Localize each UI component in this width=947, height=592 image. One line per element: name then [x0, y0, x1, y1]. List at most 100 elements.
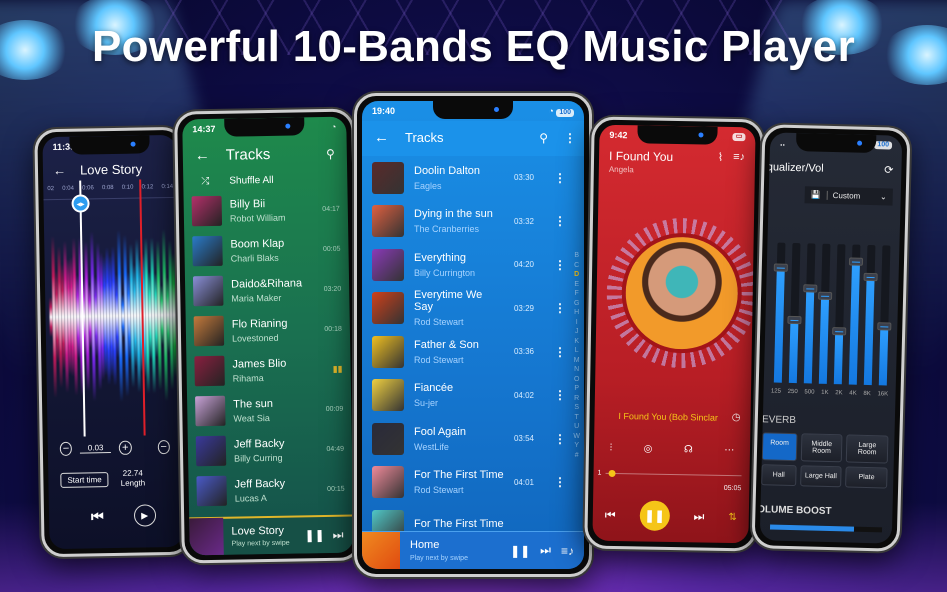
back-arrow-icon[interactable]: ←: [195, 147, 210, 164]
alphabet-letter[interactable]: G: [574, 299, 579, 309]
list-item[interactable]: Dying in the sun The Cranberries 03:32 ⋮: [362, 200, 584, 244]
skip-next-icon[interactable]: ⏭: [693, 509, 704, 524]
alphabet-letter[interactable]: S: [574, 403, 579, 413]
alphabet-letter[interactable]: B: [574, 251, 579, 261]
eq-band-knob[interactable]: [786, 315, 802, 325]
list-item[interactable]: Fool Again WestLife 03:54 ⋮: [362, 417, 584, 461]
reverb-option[interactable]: Large Room: [846, 434, 889, 464]
alphabet-letter[interactable]: N: [574, 365, 579, 375]
time-stepper[interactable]: − 0.03 + −: [59, 440, 170, 456]
eq-band-slider[interactable]: [848, 244, 863, 385]
alphabet-letter[interactable]: J: [575, 327, 579, 337]
skip-previous-icon[interactable]: ⏮: [605, 507, 616, 522]
list-item[interactable]: Billy Bii Robot William 04:17: [183, 189, 348, 232]
list-item[interactable]: Jeff Backy Billy Curring 04:49: [188, 429, 353, 472]
alphabet-letter[interactable]: K: [574, 337, 579, 347]
eq-band-slider[interactable]: [831, 244, 846, 385]
volume-boost-slider[interactable]: [769, 524, 883, 533]
eq-band-knob[interactable]: [802, 284, 817, 293]
eq-band-knob[interactable]: [773, 263, 788, 273]
more-vert-icon[interactable]: ⋮: [554, 475, 566, 489]
pause-button[interactable]: ❚❚: [639, 500, 670, 531]
repeat-icon[interactable]: ⇅: [728, 511, 737, 522]
list-item[interactable]: Jeff Backy Lucas A 00:15: [188, 469, 353, 512]
alphabet-letter[interactable]: R: [574, 394, 579, 404]
alphabet-letter[interactable]: D: [574, 270, 579, 280]
list-item[interactable]: Daido&Rihana Maria Maker 03:20: [185, 269, 350, 312]
reverb-option[interactable]: Hall: [761, 464, 797, 487]
more-vert-icon[interactable]: ⋮: [554, 214, 566, 228]
search-icon[interactable]: ⚲: [539, 131, 548, 145]
list-item[interactable]: The sun Weat Sia 00:09: [187, 389, 352, 432]
skip-next-icon[interactable]: ⏭: [540, 543, 551, 558]
eq-band-knob[interactable]: [831, 326, 846, 336]
alphabet-letter[interactable]: F: [575, 289, 579, 299]
eq-band-slider[interactable]: [802, 243, 817, 384]
more-vert-icon[interactable]: ⋮: [554, 388, 566, 402]
list-item[interactable]: Boom Klap Charli Blaks 00:05: [184, 229, 349, 272]
alphabet-letter[interactable]: O: [574, 375, 579, 385]
back-arrow-icon[interactable]: ←: [53, 163, 66, 178]
queue-music-icon[interactable]: ≡♪: [733, 151, 745, 163]
alphabet-letter[interactable]: #: [575, 451, 579, 461]
list-item[interactable]: Flo Rianing Lovestoned 00:18: [186, 309, 351, 352]
more-icon[interactable]: ⋯: [724, 445, 734, 456]
back-arrow-icon[interactable]: ←: [374, 129, 389, 146]
eq-band-slider[interactable]: [786, 242, 802, 384]
pause-icon[interactable]: ❚❚: [510, 544, 530, 558]
alphabet-letter[interactable]: H: [574, 308, 579, 318]
eq-band-knob[interactable]: [863, 273, 878, 282]
list-item[interactable]: Doolin Dalton Eagles 03:30 ⋮: [362, 156, 584, 200]
more-vert-icon[interactable]: ⋮: [554, 171, 566, 185]
minus-icon[interactable]: −: [59, 441, 73, 456]
more-vert-icon[interactable]: ⋮: [554, 301, 566, 315]
search-icon[interactable]: ⚲: [326, 146, 335, 160]
save-icon[interactable]: 💾: [811, 190, 821, 199]
eq-band-slider[interactable]: [817, 243, 832, 384]
more-vert-icon[interactable]: ⋮: [564, 131, 576, 145]
reverb-option[interactable]: Plate: [845, 466, 888, 489]
list-item[interactable]: James Blio Rihama ▮▮: [186, 349, 351, 392]
waveform[interactable]: [43, 195, 182, 437]
step-value[interactable]: 0.03: [80, 443, 112, 454]
skip-previous-icon[interactable]: ⏮: [91, 508, 104, 525]
more-vert-icon[interactable]: ⋮: [554, 258, 566, 272]
alphabet-letter[interactable]: E: [574, 280, 579, 290]
eq-band-slider[interactable]: [863, 244, 878, 386]
speed-icon[interactable]: ◎: [644, 443, 653, 454]
eq-band-slider[interactable]: [876, 245, 891, 386]
eq-band-knob[interactable]: [848, 257, 863, 266]
alphabet-letter[interactable]: I: [576, 318, 578, 328]
alphabet-letter[interactable]: L: [575, 346, 579, 356]
list-item[interactable]: For The First Time Rod Stewart 04:01 ⋮: [362, 461, 584, 505]
alphabet-letter[interactable]: P: [574, 384, 579, 394]
alphabet-letter[interactable]: M: [574, 356, 580, 366]
visualizer-icon[interactable]: ⌇: [718, 151, 724, 164]
alphabet-letter[interactable]: Y: [574, 441, 579, 451]
alphabet-index[interactable]: B C D E F G H I J K L M N O P R S T U W Y #: [573, 251, 580, 460]
sleep-timer-icon[interactable]: ◷: [732, 412, 741, 423]
seek-bar[interactable]: 1: [593, 470, 749, 480]
list-item[interactable]: Everytime We Say Rod Stewart 03:29 ⋮: [362, 287, 584, 331]
mini-player[interactable]: Love Story Play next by swipe ❚❚ ⏭: [189, 514, 354, 556]
more-vert-icon[interactable]: ⋮: [554, 432, 566, 446]
list-item[interactable]: Fiancée Su-jer 04:02 ⋮: [362, 374, 584, 418]
reverb-option[interactable]: Room: [761, 432, 798, 462]
pause-icon[interactable]: ❚❚: [304, 528, 324, 542]
preset-dropdown[interactable]: 💾 Custom ⌄: [804, 186, 893, 206]
start-time-button[interactable]: Start time: [60, 471, 109, 488]
skip-next-icon[interactable]: ⏭: [333, 527, 344, 542]
alphabet-letter[interactable]: U: [574, 422, 579, 432]
list-item[interactable]: Everything Billy Currington 04:20 ⋮: [362, 243, 584, 287]
headphones-icon[interactable]: ☊: [684, 444, 693, 455]
reverb-option[interactable]: Middle Room: [800, 433, 843, 463]
reset-icon[interactable]: ⟳: [884, 163, 894, 176]
minus-icon[interactable]: −: [157, 440, 170, 455]
alphabet-letter[interactable]: C: [574, 261, 579, 271]
reverb-option[interactable]: Large Hall: [799, 465, 842, 488]
mini-player[interactable]: Home Play next by swipe ❚❚ ⏭ ≡♪: [362, 531, 584, 569]
eq-band-knob[interactable]: [876, 322, 891, 331]
plus-icon[interactable]: +: [119, 440, 132, 455]
queue-music-icon[interactable]: ≡♪: [561, 544, 574, 558]
seek-knob[interactable]: [608, 469, 616, 477]
